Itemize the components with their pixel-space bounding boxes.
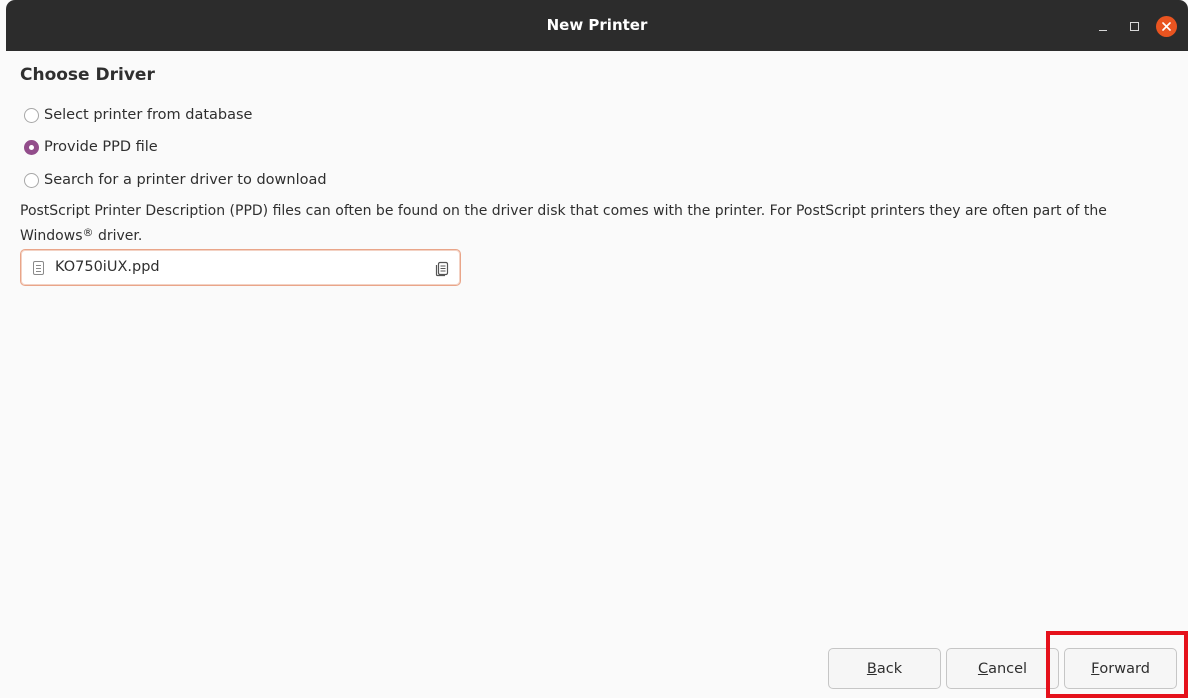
radio-button[interactable] [24,172,39,188]
close-button[interactable] [1156,16,1177,37]
forward-button[interactable]: Forward [1064,648,1177,689]
maximize-button[interactable] [1124,16,1144,36]
close-icon [1162,22,1171,31]
document-icon [33,261,44,275]
option-label: Select printer from database [44,107,253,123]
description-text: PostScript Printer Description (PPD) fil… [20,203,1107,244]
page-heading: Choose Driver [20,65,155,85]
selected-filename: KO750iUX.ppd [55,259,160,275]
minimize-icon [1099,29,1107,31]
back-button[interactable]: Back [828,648,941,689]
registered-mark: ® [82,226,94,239]
cancel-button[interactable]: Cancel [946,648,1059,689]
radio-button-selected[interactable] [24,139,39,155]
option-provide-ppd-file[interactable]: Provide PPD file [24,137,158,157]
maximize-icon [1129,21,1139,31]
new-printer-dialog: New Printer Choose Driver Select printer… [0,0,1188,698]
ppd-description: PostScript Printer Description (PPD) fil… [20,201,1180,247]
option-label: Provide PPD file [44,139,158,155]
description-end: driver. [93,228,143,244]
open-file-icon[interactable] [434,261,450,277]
minimize-button[interactable] [1093,16,1113,36]
window-title: New Printer [546,16,648,34]
option-label: Search for a printer driver to download [44,172,327,188]
option-search-driver-download[interactable]: Search for a printer driver to download [24,170,327,190]
option-select-from-database[interactable]: Select printer from database [24,105,252,125]
ppd-file-chooser[interactable]: KO750iUX.ppd [20,249,461,286]
radio-button[interactable] [24,107,39,123]
title-bar: New Printer [6,0,1188,51]
